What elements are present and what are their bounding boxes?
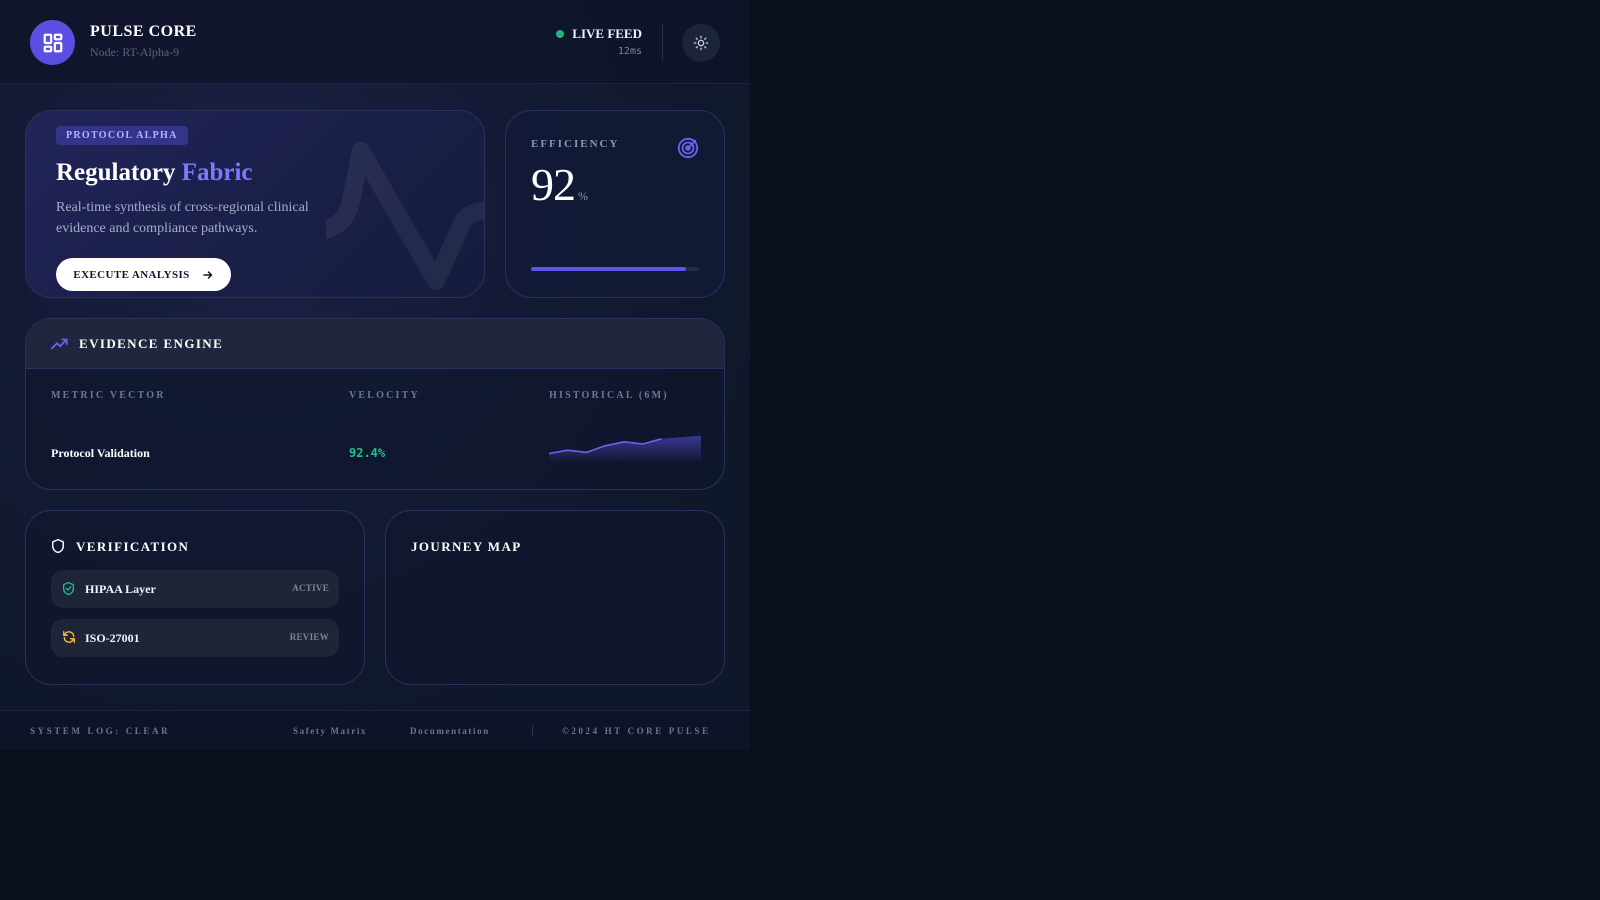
evidence-engine-header: EVIDENCE ENGINE [26,319,724,369]
latency-value: 12ms [617,46,642,57]
verification-item-name: HIPAA Layer [85,582,156,596]
verification-status-badge: REVIEW [289,632,329,642]
verification-item-iso[interactable]: ISO-27001 REVIEW [51,619,339,657]
evidence-engine-title: EVIDENCE ENGINE [79,336,224,351]
hero-title-main: Regulatory [56,159,176,186]
live-feed-status: LIVE FEED 12ms [556,26,642,57]
node-label: Node: RT-Alpha-9 [90,45,180,59]
column-header-historical: HISTORICAL (6M) [549,390,669,401]
column-header-metric: METRIC VECTOR [51,390,166,401]
live-feed-label: LIVE FEED [572,26,642,41]
execute-analysis-button[interactable]: EXECUTE ANALYSIS [56,258,231,291]
hero-description: Real-time synthesis of cross-regional cl… [56,200,309,236]
footer-link-documentation[interactable]: Documentation [410,726,490,736]
efficiency-label: EFFICIENCY [531,138,620,150]
hero-title: Regulatory Fabric [56,159,253,187]
efficiency-card: EFFICIENCY 92 % [505,110,725,298]
hero-title-accent: Fabric [181,159,253,186]
efficiency-progress-track [531,267,699,271]
column-header-velocity: VELOCITY [349,390,420,401]
execute-analysis-label: EXECUTE ANALYSIS [73,268,190,281]
header-divider [662,24,663,60]
verification-title: VERIFICATION [76,539,190,554]
footer-link-safety-matrix[interactable]: Safety Matrix [293,726,367,736]
shield-icon [52,538,64,554]
brand-title: PULSE CORE [90,23,197,40]
top-header: PULSE CORE Node: RT-Alpha-9 LIVE FEED 12… [0,0,750,84]
trending-up-icon [51,338,68,350]
efficiency-unit: % [578,189,588,203]
live-indicator-dot [556,30,565,38]
journey-map-title: JOURNEY MAP [411,539,522,554]
sparkline-area [549,435,701,461]
verification-item-hipaa[interactable]: HIPAA Layer ACTIVE [51,570,339,608]
efficiency-progress-fill [531,267,686,271]
arrow-right-icon [202,270,212,279]
refresh-icon [63,631,75,643]
system-log-status: SYSTEM LOG: CLEAR [30,726,171,736]
metric-name: Protocol Validation [51,446,150,460]
dashboard-app: PULSE CORE Node: RT-Alpha-9 LIVE FEED 12… [0,0,750,750]
protocol-badge: PROTOCOL ALPHA [56,126,188,145]
sun-icon [693,35,709,51]
copyright: ©2024 HT CORE PULSE [562,726,711,736]
verification-card: VERIFICATION HIPAA Layer ACTIVE ISO-2700… [25,510,365,685]
verification-status-badge: ACTIVE [292,583,329,593]
app-logo[interactable] [30,20,75,65]
protocol-hero-card: PROTOCOL ALPHA Regulatory Fabric Real-ti… [25,110,485,298]
theme-toggle-button[interactable] [682,24,720,62]
verification-item-name: ISO-27001 [85,631,140,645]
pulse-watermark-icon [326,142,484,290]
target-radar-icon [677,137,699,159]
journey-map-card: JOURNEY MAP [385,510,725,685]
footer: SYSTEM LOG: CLEAR Safety Matrix Document… [0,710,750,750]
shield-check-icon [62,581,75,596]
footer-divider [532,725,533,737]
dashboard-grid-icon [43,33,62,52]
historical-sparkline [549,435,701,461]
evidence-engine-card: EVIDENCE ENGINE METRIC VECTOR VELOCITY H… [25,318,725,490]
metric-velocity: 92.4% [349,446,386,460]
efficiency-value: 92 [531,159,576,210]
